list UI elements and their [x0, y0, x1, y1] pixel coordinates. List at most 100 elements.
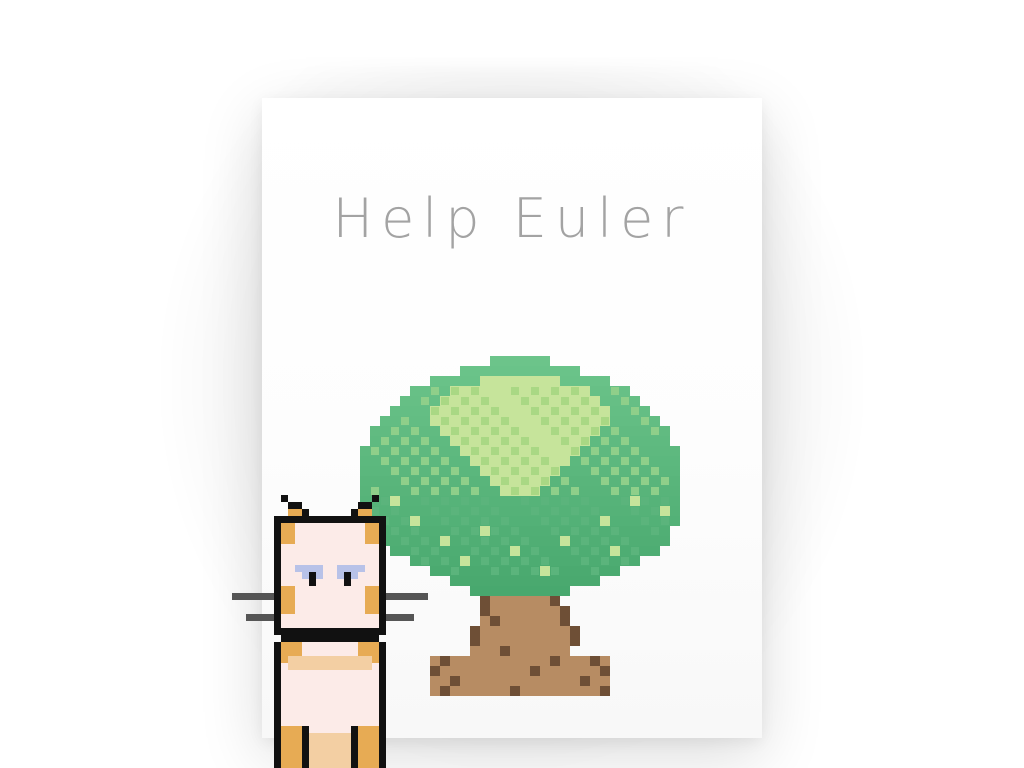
canopy-dot — [581, 497, 589, 505]
canopy-row — [470, 586, 570, 596]
canopy-dot — [641, 477, 649, 485]
canopy-dot — [371, 447, 379, 455]
trunk-shade — [550, 596, 560, 606]
trunk-shade — [480, 596, 490, 606]
canopy-dot — [561, 417, 569, 425]
canopy-dot — [621, 397, 629, 405]
canopy-dot — [471, 387, 479, 395]
canopy-dot — [571, 527, 579, 535]
canopy-dot — [591, 547, 599, 555]
canopy-dot — [601, 417, 609, 425]
canopy-dot — [541, 417, 549, 425]
canopy-dot — [611, 487, 619, 495]
trunk-shade — [480, 606, 490, 616]
cat-head-patch — [281, 523, 295, 544]
canopy-dot — [591, 407, 599, 415]
canopy-dot — [431, 487, 439, 495]
canopy-dot — [411, 467, 419, 475]
canopy-dot — [411, 447, 419, 455]
canopy-dot — [511, 567, 519, 575]
canopy-dot — [571, 407, 579, 415]
canopy-dot — [611, 527, 619, 535]
canopy-dot — [511, 427, 519, 435]
canopy-dot — [491, 407, 499, 415]
canopy-dot — [631, 507, 639, 515]
cat-head-patch — [365, 523, 379, 544]
trunk-shade — [440, 656, 450, 666]
cat-ear-outline — [365, 502, 372, 509]
canopy-dot — [561, 397, 569, 405]
trunk-shade — [570, 626, 580, 636]
canopy-dot — [571, 447, 579, 455]
canopy-dot — [531, 447, 539, 455]
canopy-dot — [541, 497, 549, 505]
trunk-shade — [580, 676, 590, 686]
cat-cheek — [365, 586, 379, 614]
cat-eye-left — [295, 565, 323, 572]
canopy-dot — [591, 527, 599, 535]
canopy-dot — [631, 547, 639, 555]
cat-collar — [281, 635, 379, 642]
canopy-dot — [551, 567, 559, 575]
trunk-shade — [560, 616, 570, 626]
cat-ear-outline — [302, 509, 309, 516]
canopy-dot — [631, 407, 639, 415]
canopy-dot — [401, 457, 409, 465]
canopy-dot — [431, 387, 439, 395]
canopy-dot — [401, 437, 409, 445]
canopy-dot — [551, 387, 559, 395]
canopy-dot — [541, 457, 549, 465]
cat-leg-line — [351, 726, 358, 768]
canopy-spark — [630, 496, 640, 506]
trunk-shade — [470, 626, 480, 636]
canopy-dot — [521, 537, 529, 545]
canopy-dot — [501, 477, 509, 485]
trunk-shade — [600, 686, 610, 696]
canopy-dot — [421, 477, 429, 485]
cat-eye-right — [337, 565, 365, 572]
canopy-dot — [471, 527, 479, 535]
canopy-dot — [441, 497, 449, 505]
canopy-dot — [421, 397, 429, 405]
canopy-dot — [441, 477, 449, 485]
canopy-dot — [451, 407, 459, 415]
canopy-dot — [491, 447, 499, 455]
canopy-dot — [631, 467, 639, 475]
canopy-dot — [471, 427, 479, 435]
canopy-dot — [471, 507, 479, 515]
trunk-shade — [600, 666, 610, 676]
canopy-dot — [571, 507, 579, 515]
canopy-dot — [461, 417, 469, 425]
canopy-dot — [561, 477, 569, 485]
canopy-dot — [451, 527, 459, 535]
canopy-dot — [481, 417, 489, 425]
canopy-dot — [451, 487, 459, 495]
trunk-shade — [430, 666, 440, 676]
canopy-dot — [531, 467, 539, 475]
canopy-dot — [531, 487, 539, 495]
canopy-dot — [621, 477, 629, 485]
canopy-dot — [571, 487, 579, 495]
canopy-dot — [431, 447, 439, 455]
canopy-dot — [591, 567, 599, 575]
canopy-dot — [601, 477, 609, 485]
canopy-dot — [561, 517, 569, 525]
canopy-dot — [461, 397, 469, 405]
canopy-dot — [461, 437, 469, 445]
canopy-spark — [560, 536, 570, 546]
canopy-dot — [491, 567, 499, 575]
canopy-dot — [571, 387, 579, 395]
cat-icon — [232, 495, 428, 768]
tree-trunk — [430, 596, 610, 696]
canopy-dot — [391, 447, 399, 455]
canopy-dot — [521, 557, 529, 565]
canopy-dot — [621, 497, 629, 505]
cat-whisker-left — [232, 593, 274, 600]
canopy-dot — [531, 407, 539, 415]
cat-leg-line — [302, 726, 309, 768]
canopy-dot — [481, 497, 489, 505]
canopy-dot — [611, 447, 619, 455]
canopy-dot — [531, 507, 539, 515]
canopy-dot — [501, 517, 509, 525]
canopy-dot — [491, 547, 499, 555]
